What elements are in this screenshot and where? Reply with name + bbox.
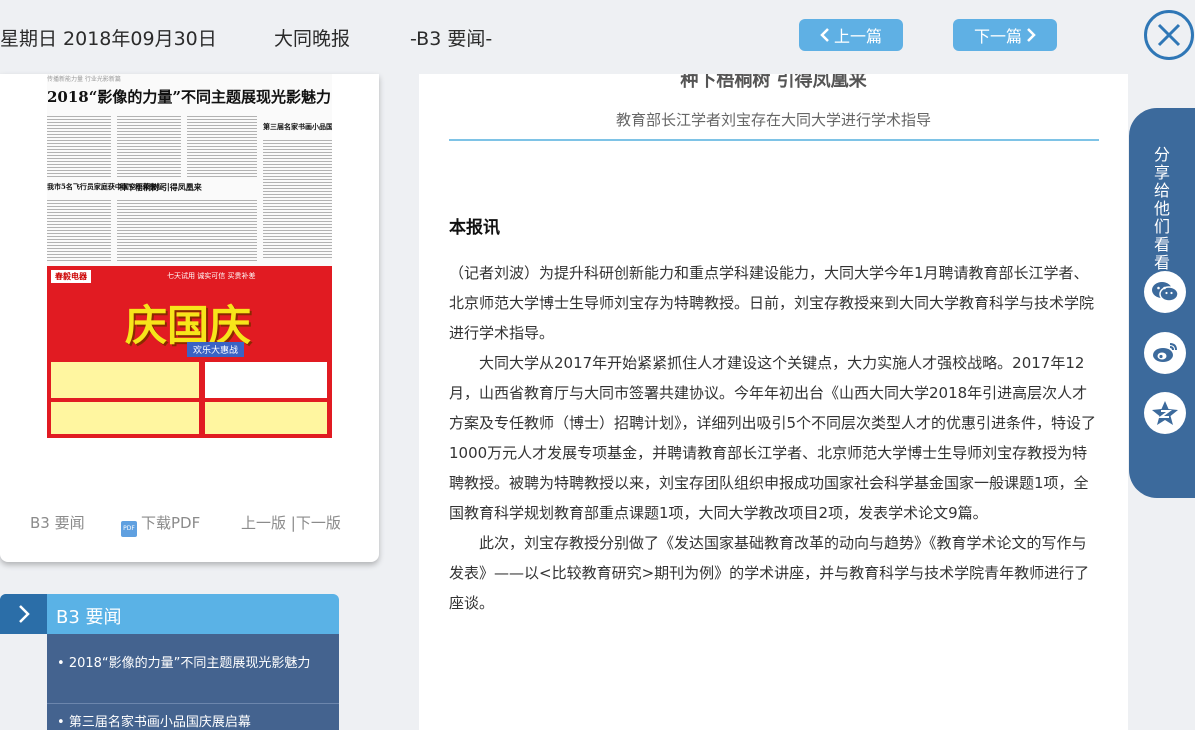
close-button[interactable]	[1144, 10, 1194, 60]
share-panel: 分享给他们看看	[1129, 108, 1195, 498]
article-paragraph: 此次，刘宝存教授分别做了《发达国家基础教育改革的动向与趋势》《教育学术论文的写作…	[449, 534, 1090, 612]
article-subtitle: 教育部长江学者刘宝存在大同大学进行学术指导	[615, 111, 931, 129]
article-list-item-label: 第三届名家书画小品国庆展启幕	[68, 715, 251, 730]
thumbnail-headline: 2018“影像的力量”不同主题展现光影魅力	[47, 88, 332, 106]
advertisement: 春毅电器 七天试用 诚实可信 买贵补差 庆国庆 欢乐大惠战	[47, 266, 332, 464]
page-pager-links[interactable]: 上一版 |下一版	[241, 512, 341, 533]
ad-block	[51, 402, 199, 434]
share-wechat-button[interactable]	[1144, 271, 1186, 313]
ad-brand: 春毅电器	[51, 270, 91, 283]
weibo-icon	[1153, 343, 1177, 362]
close-icon	[1157, 23, 1181, 47]
next-article-button[interactable]: 下一篇	[953, 19, 1057, 51]
text-column	[117, 200, 257, 262]
article-lead: 本报讯	[449, 218, 500, 238]
article-paragraph: （记者刘波）为提升科研创新能力和重点学科建设能力，大同大学今年1月聘请教育部长江…	[449, 264, 1095, 342]
article-title: 种下梧桐树 引得凤凰来	[680, 74, 867, 91]
text-column	[47, 200, 111, 262]
pdf-icon: PDF	[121, 521, 137, 537]
section-header[interactable]: B3 要闻	[0, 594, 339, 634]
article-panel: 种下梧桐树 引得凤凰来 教育部长江学者刘宝存在大同大学进行学术指导 本报讯 （记…	[419, 74, 1128, 730]
download-pdf-label: 下载PDF	[141, 514, 201, 532]
ad-slogan: 七天试用 诚实可信 买贵补差	[167, 272, 256, 280]
thumbnail-subhead: 第三届名家书画小品国庆展启幕	[263, 122, 332, 131]
prev-article-label: 上一篇	[833, 27, 882, 46]
wechat-icon	[1152, 282, 1179, 302]
article-list-item[interactable]: • 2018“影像的力量”不同主题展现光影魅力	[57, 654, 329, 673]
ad-footer	[47, 438, 332, 464]
share-label: 分享给他们看看	[1153, 145, 1170, 272]
paper-name: 大同晚报	[274, 28, 351, 50]
ad-banner: 欢乐大惠战	[187, 342, 245, 357]
chevron-left-icon	[820, 28, 829, 42]
top-bar: 星期日 2018年09月30日 大同晚报 -B3 要闻- 上一篇 下一篇	[0, 0, 1195, 74]
text-column	[47, 116, 111, 178]
paper-top-strip: 传播新能力量 行业光影新篇	[47, 76, 121, 83]
newspaper-page-thumbnail[interactable]: 传播新能力量 行业光影新篇 2018“影像的力量”不同主题展现光影魅力 第三届名…	[47, 74, 332, 464]
ad-block	[205, 362, 327, 398]
share-weibo-button[interactable]	[1144, 332, 1186, 374]
page-thumbnail-card: 传播新能力量 行业光影新篇 2018“影像的力量”不同主题展现光影魅力 第三届名…	[0, 74, 379, 562]
share-qzone-button[interactable]	[1144, 392, 1186, 434]
prev-article-button[interactable]: 上一篇	[799, 19, 903, 51]
text-column	[187, 116, 257, 178]
divider	[47, 703, 339, 704]
thumbnail-subhead: 种下梧桐树 引得凤凰来	[119, 182, 202, 192]
section-label: B3 要闻	[56, 607, 122, 628]
next-article-label: 下一篇	[973, 27, 1022, 46]
text-column	[263, 140, 332, 260]
page-link[interactable]: B3 要闻	[30, 512, 85, 533]
text-column	[117, 116, 181, 178]
divider	[449, 139, 1099, 141]
article-paragraph: 大同大学从2017年开始紧紧抓住人才建设这个关键点，大力实施人才强校战略。201…	[449, 354, 1097, 522]
ad-block	[51, 362, 199, 398]
article-list-item-label: 2018“影像的力量”不同主题展现光影魅力	[68, 656, 311, 671]
page-label: -B3 要闻-	[410, 28, 493, 50]
article-list: • 2018“影像的力量”不同主题展现光影魅力 • 第三届名家书画小品国庆展启幕	[47, 634, 339, 730]
article-body: （记者刘波）为提升科研创新能力和重点学科建设能力，大同大学今年1月聘请教育部长江…	[449, 258, 1099, 618]
qzone-icon	[1152, 401, 1178, 425]
download-pdf-link[interactable]: PDF 下载PDF	[121, 512, 200, 537]
ad-block	[205, 402, 327, 434]
chevron-right-icon	[1027, 28, 1036, 42]
chevron-right-icon	[0, 594, 47, 634]
article-list-item[interactable]: • 第三届名家书画小品国庆展启幕	[57, 713, 329, 730]
issue-date: 星期日 2018年09月30日	[0, 28, 217, 50]
